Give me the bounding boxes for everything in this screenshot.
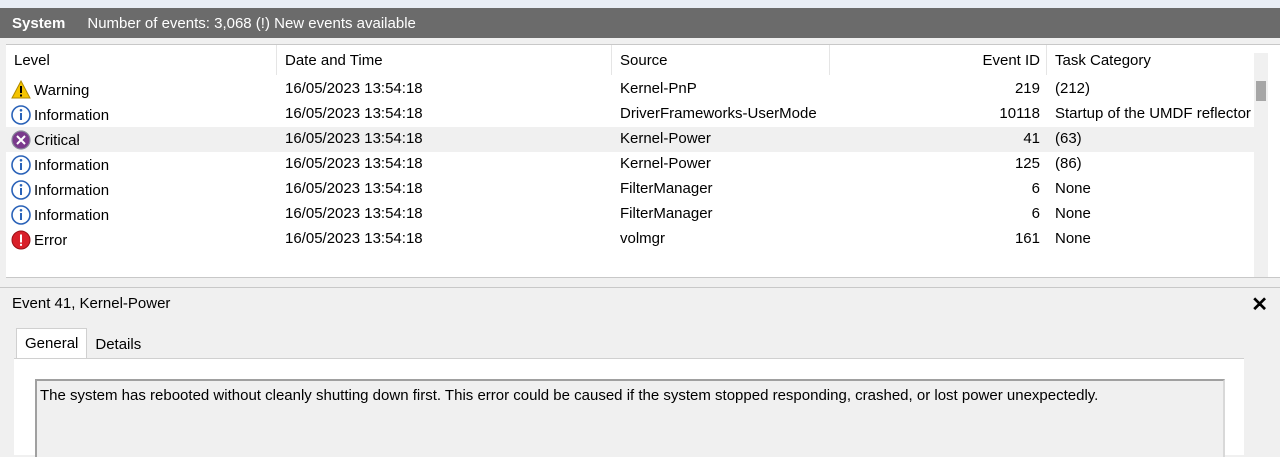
cell-datetime: 16/05/2023 13:54:18 xyxy=(285,105,423,122)
cell-datetime: 16/05/2023 13:54:18 xyxy=(285,180,423,197)
column-divider[interactable] xyxy=(829,45,830,75)
cell-level: Information xyxy=(11,205,109,225)
level-label: Information xyxy=(34,206,110,224)
cell-datetime: 16/05/2023 13:54:18 xyxy=(285,80,423,97)
cell-task-category: None xyxy=(1055,180,1091,197)
cell-event-id: 41 xyxy=(1023,130,1040,147)
detail-tabs: General Details xyxy=(16,328,150,358)
column-header-level[interactable]: Level xyxy=(14,52,50,69)
information-icon xyxy=(11,155,31,175)
cell-datetime: 16/05/2023 13:54:18 xyxy=(285,130,423,147)
cell-task-category: (86) xyxy=(1055,155,1082,172)
cell-event-id: 10118 xyxy=(999,105,1040,122)
cell-event-id: 161 xyxy=(1014,230,1040,247)
information-icon xyxy=(11,105,31,125)
column-divider[interactable] xyxy=(1046,45,1047,75)
event-description-box[interactable]: The system has rebooted without cleanly … xyxy=(35,379,1225,457)
column-header-row: Level Date and Time Source Event ID Task… xyxy=(6,45,1260,77)
column-header-source[interactable]: Source xyxy=(620,52,668,69)
cell-datetime: 16/05/2023 13:54:18 xyxy=(285,230,423,247)
cell-source: FilterManager xyxy=(620,180,713,197)
cell-source: volmgr xyxy=(620,230,666,247)
tab-general[interactable]: General xyxy=(16,328,88,358)
level-label: Critical xyxy=(34,131,80,149)
log-title-bar: System Number of events: 3,068 (!) New e… xyxy=(0,8,1280,38)
cell-datetime: 16/05/2023 13:54:18 xyxy=(285,205,423,222)
cell-level: Information xyxy=(11,105,109,125)
cell-level: Critical xyxy=(11,130,80,150)
column-divider[interactable] xyxy=(276,45,277,75)
cell-task-category: None xyxy=(1055,230,1091,247)
table-row[interactable]: Information 16/05/2023 13:54:18 DriverFram… xyxy=(6,102,1260,127)
cell-source: Kernel-Power xyxy=(620,155,711,172)
event-detail-title: Event 41, Kernel-Power xyxy=(12,295,171,312)
column-divider[interactable] xyxy=(611,45,612,75)
top-strip xyxy=(0,0,1280,8)
cell-source: FilterManager xyxy=(620,205,713,222)
level-label: Information xyxy=(34,181,110,199)
critical-icon xyxy=(11,130,31,150)
column-header-datetime[interactable]: Date and Time xyxy=(285,52,383,69)
level-label: Information xyxy=(34,106,110,124)
column-header-task-category[interactable]: Task Category xyxy=(1055,52,1151,69)
cell-event-id: 6 xyxy=(1031,205,1040,222)
table-row[interactable]: Information 16/05/2023 13:54:18 Kernel-Pow… xyxy=(6,152,1260,177)
information-icon xyxy=(11,205,31,225)
cell-event-id: 219 xyxy=(1014,80,1040,97)
general-tab-content: The system has rebooted without cleanly … xyxy=(14,358,1244,457)
cell-task-category: (212) xyxy=(1055,80,1091,97)
warning-icon xyxy=(11,80,31,100)
cell-level: Error xyxy=(11,230,67,250)
table-row[interactable]: Warning 16/05/2023 13:54:18 Kernel-PnP 219 (… xyxy=(6,77,1260,102)
information-icon xyxy=(11,180,31,200)
log-title: System xyxy=(12,14,66,32)
cell-task-category: None xyxy=(1055,205,1091,222)
event-list[interactable]: Level Date and Time Source Event ID Task… xyxy=(6,44,1280,278)
error-icon xyxy=(11,230,31,250)
column-header-event-id[interactable]: Event ID xyxy=(906,52,1040,69)
cell-datetime: 16/05/2023 13:54:18 xyxy=(285,155,423,172)
table-row[interactable]: Error 16/05/2023 13:54:18 volmgr 161 None xyxy=(6,227,1260,252)
table-row[interactable]: Information 16/05/2023 13:54:18 FilterMana… xyxy=(6,177,1260,202)
cell-source: Kernel-Power xyxy=(620,130,711,147)
close-icon[interactable]: ✕ xyxy=(1251,292,1268,317)
level-label: Information xyxy=(34,156,110,174)
cell-source: DriverFrameworks-UserMode xyxy=(620,105,817,122)
event-detail-pane: Event 41, Kernel-Power ✕ General Details… xyxy=(0,287,1280,457)
table-row[interactable]: Information 16/05/2023 13:54:18 FilterMana… xyxy=(6,202,1260,227)
cell-level: Information xyxy=(11,180,109,200)
event-count: Number of events: 3,068 (!) New events a… xyxy=(87,14,416,32)
cell-event-id: 125 xyxy=(1014,155,1040,172)
vertical-scrollbar[interactable] xyxy=(1254,53,1268,277)
level-label: Warning xyxy=(34,81,90,99)
tab-details[interactable]: Details xyxy=(87,328,150,358)
cell-task-category: (63) xyxy=(1055,130,1082,147)
cell-level: Warning xyxy=(11,80,89,100)
cell-source: Kernel-PnP xyxy=(620,80,697,97)
event-description: The system has rebooted without cleanly … xyxy=(40,387,1099,404)
vertical-scroll-thumb[interactable] xyxy=(1256,81,1266,101)
cell-level: Information xyxy=(11,155,109,175)
cell-task-category: Startup of the UMDF reflector xyxy=(1055,105,1251,122)
table-row[interactable]: Critical 16/05/2023 13:54:18 Kernel-Power 4… xyxy=(6,127,1260,152)
level-label: Error xyxy=(34,231,68,249)
cell-event-id: 6 xyxy=(1031,180,1040,197)
